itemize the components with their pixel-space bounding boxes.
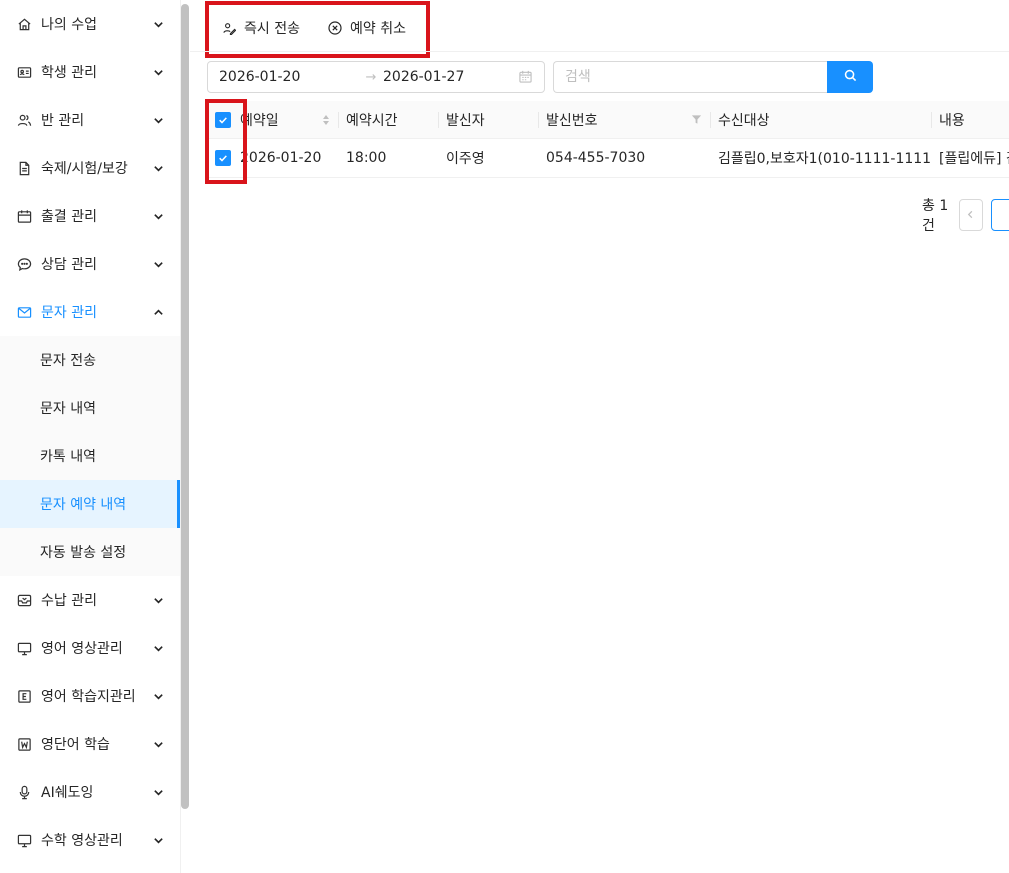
cell-phone: 054-455-7030: [546, 150, 646, 166]
chevron-down-icon: [152, 210, 164, 222]
search-group: [553, 61, 873, 93]
column-header-date[interactable]: 예약일: [239, 101, 338, 138]
menu-item-vocabulary[interactable]: 영단어 학습: [0, 720, 180, 768]
menu-item-counsel[interactable]: 상담 관리: [0, 240, 180, 288]
search-input[interactable]: [553, 61, 827, 93]
chevron-down-icon: [152, 162, 164, 174]
submenu-item-send[interactable]: 문자 전송: [0, 336, 180, 384]
id-card-icon: [16, 64, 32, 80]
letter-e-icon: [16, 688, 32, 704]
document-icon: [16, 160, 32, 176]
menu-label: 상담 관리: [41, 257, 97, 273]
calendar-icon: [519, 70, 533, 84]
search-icon: [844, 69, 857, 85]
reservation-table: 예약일 예약시간 발신자 발신번호 수신대상 내용 2026-01-20 18:…: [207, 101, 1009, 178]
chevron-down-icon: [152, 834, 164, 846]
column-header-content: 내용: [931, 101, 1009, 138]
menu-item-english-worksheet[interactable]: 영어 학습지관리: [0, 672, 180, 720]
menu-item-message[interactable]: 문자 관리: [0, 288, 180, 336]
menu-label: 문자 관리: [41, 305, 97, 321]
submenu-item-kakao-history[interactable]: 카톡 내역: [0, 432, 180, 480]
menu-label: 학생 관리: [41, 65, 97, 81]
table-header: 예약일 예약시간 발신자 발신번호 수신대상 내용: [207, 101, 1009, 139]
menu-label: 나의 수업: [41, 17, 97, 33]
users-icon: [16, 112, 32, 128]
chevron-down-icon: [152, 786, 164, 798]
menu-label: 수학 영상관리: [41, 833, 123, 849]
menu-item-math-video[interactable]: 수학 영상관리: [0, 816, 180, 864]
chevron-up-icon: [152, 306, 164, 318]
chevron-down-icon: [152, 642, 164, 654]
sort-icon[interactable]: [322, 114, 330, 126]
range-arrow: →: [365, 69, 377, 85]
menu-label: 숙제/시험/보강: [41, 161, 128, 177]
menu-label: 출결 관리: [41, 209, 97, 225]
filters: 2026-01-20 → 2026-01-27: [207, 61, 873, 93]
cell-target: 김플립0,보호자1(010-1111-1111): [718, 151, 931, 167]
cell-content: [플립에듀] 김: [939, 151, 1009, 167]
current-page-button[interactable]: [990, 199, 1009, 231]
menu-label: 수납 관리: [41, 593, 97, 609]
cell-date: 2026-01-20: [240, 150, 322, 166]
highlight-box-toolbar: [205, 1, 430, 58]
menu-item-english-video[interactable]: 영어 영상관리: [0, 624, 180, 672]
menu-item-ai-shadowing[interactable]: AI쉐도잉: [0, 768, 180, 816]
monitor-icon: [16, 640, 32, 656]
cell-time: 18:00: [346, 150, 387, 166]
search-button[interactable]: [827, 61, 873, 93]
filter-icon[interactable]: [691, 114, 702, 125]
start-date[interactable]: 2026-01-20: [219, 69, 359, 85]
tray-icon: [16, 592, 32, 608]
column-header-sender: 발신자: [438, 101, 538, 138]
menu-item-homework[interactable]: 숙제/시험/보강: [0, 144, 180, 192]
column-header-phone[interactable]: 발신번호: [538, 101, 710, 138]
prev-page-button[interactable]: [958, 199, 983, 231]
submenu-item-history[interactable]: 문자 내역: [0, 384, 180, 432]
date-range-picker[interactable]: 2026-01-20 → 2026-01-27: [207, 61, 545, 93]
menu-label: 영어 영상관리: [41, 641, 123, 657]
table-row[interactable]: 2026-01-20 18:00 이주영 054-455-7030 김플립0,보…: [207, 139, 1009, 178]
sidebar: 나의 수업 학생 관리 반 관리 숙제/시험/보강 출결 관리 상담 관리 문자…: [0, 0, 181, 873]
letter-w-icon: [16, 736, 32, 752]
chevron-down-icon: [152, 258, 164, 270]
message-submenu: 문자 전송 문자 내역 카톡 내역 문자 예약 내역 자동 발송 설정: [0, 336, 180, 576]
chevron-down-icon: [152, 66, 164, 78]
menu-item-class[interactable]: 반 관리: [0, 96, 180, 144]
toolbar-divider: [190, 51, 1009, 52]
chevron-down-icon: [152, 114, 164, 126]
highlight-box-checkboxes: [205, 99, 247, 184]
calendar-icon: [16, 208, 32, 224]
chevron-down-icon: [152, 738, 164, 750]
home-icon: [16, 16, 32, 32]
monitor-icon: [16, 832, 32, 848]
column-header-target: 수신대상: [710, 101, 931, 138]
menu-label: AI쉐도잉: [41, 785, 94, 801]
chevron-down-icon: [152, 690, 164, 702]
menu-item-student[interactable]: 학생 관리: [0, 48, 180, 96]
cell-sender: 이주영: [446, 151, 485, 167]
column-header-time: 예약시간: [338, 101, 438, 138]
menu-item-my-class[interactable]: 나의 수업: [0, 0, 180, 48]
microphone-icon: [16, 784, 32, 800]
chevron-down-icon: [152, 594, 164, 606]
submenu-item-auto-send[interactable]: 자동 발송 설정: [0, 528, 180, 576]
menu-item-payment[interactable]: 수납 관리: [0, 576, 180, 624]
sidebar-scrollbar[interactable]: [181, 4, 189, 809]
end-date[interactable]: 2026-01-27: [383, 69, 519, 85]
mail-icon: [16, 304, 32, 320]
menu-label: 영단어 학습: [41, 737, 110, 753]
main-content: 즉시 전송 예약 취소 2026-01-20 → 2026-01-27 검색 예…: [190, 0, 1009, 873]
column-header-label: 발신번호: [546, 112, 598, 129]
menu-label: 영어 학습지관리: [41, 689, 136, 705]
chevron-down-icon: [152, 18, 164, 30]
submenu-item-reservation-history[interactable]: 문자 예약 내역: [0, 480, 180, 528]
menu-label: 반 관리: [41, 113, 85, 129]
menu-item-attendance[interactable]: 출결 관리: [0, 192, 180, 240]
total-count: 총 1건: [922, 198, 949, 234]
chat-icon: [16, 256, 32, 272]
pagination: 총 1건: [922, 195, 1009, 235]
chevron-left-icon: [966, 207, 975, 223]
